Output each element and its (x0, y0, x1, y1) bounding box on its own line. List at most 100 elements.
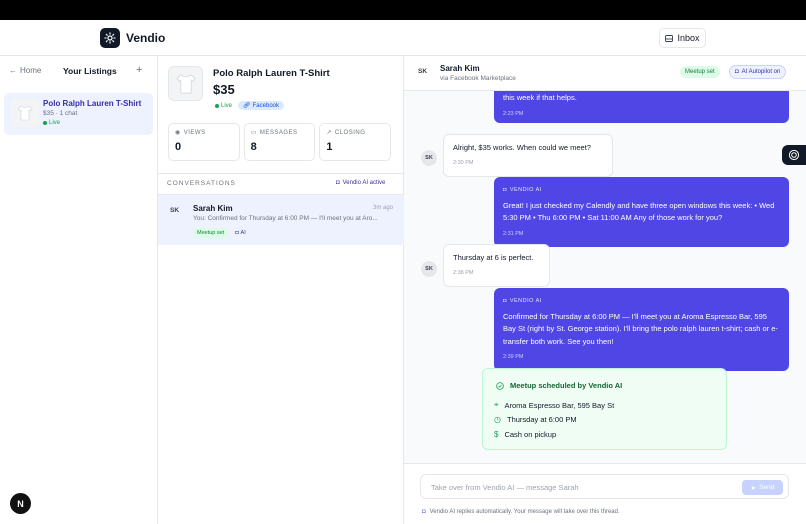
compose-note-text: Vendio AI replies automatically. Your me… (429, 509, 620, 515)
stat-views-label: VIEWS (183, 129, 206, 136)
robot-icon: ◘ (503, 187, 507, 193)
product-title: Polo Ralph Lauren T-Shirt (213, 68, 330, 79)
meetup-title-text: Meetup scheduled by Vendio AI (510, 381, 623, 390)
conversations-title: CONVERSATIONS (167, 180, 236, 187)
chat-avatar: SK (418, 68, 428, 75)
assistant-fab-icon[interactable] (782, 145, 806, 165)
message-time: 2:31 PM (503, 230, 524, 237)
meetup-time-text: Thursday at 6:00 PM (506, 415, 577, 424)
facebook-badge[interactable]: 🔗︎ Facebook (238, 101, 284, 110)
message-text: Great! I just checked my Calendly and ha… (503, 200, 775, 223)
meetup-payment: $ Cash on pickup (494, 430, 556, 439)
vendio-ai-label: ◘ VENDIO AI (503, 184, 780, 197)
robot-icon: ◘ (503, 298, 507, 304)
facebook-badge-label: Facebook (252, 102, 279, 109)
add-listing-button[interactable]: + (136, 64, 142, 76)
message-time: 2:38 PM (453, 270, 474, 276)
message-input[interactable]: Take over from Vendio AI — message Sarah… (420, 474, 789, 499)
home-link[interactable]: ← Home (9, 66, 41, 75)
ai-tag-label: AI (240, 230, 246, 236)
send-icon: ➤ (750, 484, 757, 492)
live-dot-icon (215, 103, 219, 108)
live-badge-label: Live (221, 102, 233, 109)
message-bubble-ai: ◘ VENDIO AI Great! I just checked my Cale… (494, 177, 789, 247)
chat-source: via Facebook Marketplace (440, 75, 516, 82)
vendio-ai-label: ◘ VENDIO AI (503, 295, 780, 308)
inbox-icon (665, 34, 674, 42)
listing-status-label: Live (49, 120, 61, 126)
message-icon: ▭ (250, 130, 257, 136)
compose-area: Take over from Vendio AI — message Sarah… (404, 463, 806, 524)
vendio-ai-label-text: VENDIO AI (509, 298, 542, 304)
vendio-logo-icon[interactable] (100, 28, 120, 48)
sidebar-title: Your Listings (63, 66, 117, 76)
meetup-time: ◷ Thursday at 6:00 PM (494, 415, 577, 424)
product-image (168, 66, 203, 101)
ai-tag: ◘ AI (233, 228, 248, 238)
home-label: Home (20, 66, 42, 75)
meetup-location: ⌖ Aroma Espresso Bar, 595 Bay St (494, 400, 614, 410)
tshirt-icon (175, 73, 196, 93)
conversation-preview: You: Confirmed for Thursday at 6:00 PM —… (193, 215, 378, 222)
meetup-card-title: Meetup scheduled by Vendio AI (496, 381, 622, 390)
chat-contact-name: Sarah Kim (440, 64, 480, 73)
stat-closing-label: CLOSING (334, 129, 366, 136)
vendio-ai-label-text: VENDIO AI (509, 187, 542, 193)
message-text: Confirmed for Thursday at 6:00 PM — I'll… (503, 311, 778, 346)
listing-item[interactable]: Polo Ralph Lauren T-Shirt $35 · 1 chat L… (4, 93, 153, 135)
meetup-payment-text: Cash on pickup (504, 430, 557, 439)
user-avatar[interactable]: N (10, 493, 31, 514)
message-bubble-buyer: Alright, $35 works. When could we meet? … (443, 134, 613, 177)
robot-icon: ◘ (235, 230, 239, 236)
robot-icon: ◘ (336, 180, 340, 186)
clock-icon: ◷ (494, 415, 501, 424)
live-badge: Live (213, 102, 234, 110)
buyer-avatar: SK (421, 150, 437, 166)
top-black-bar (0, 0, 806, 20)
sidebar-header: ← Home Your Listings + (0, 56, 158, 86)
conversation-item[interactable]: SK Sarah Kim 3m ago You: Confirmed for T… (158, 195, 404, 245)
product-badges: Live 🔗︎ Facebook (213, 101, 284, 110)
listing-detail-panel: Polo Ralph Lauren T-Shirt $35 Live 🔗︎ Fac… (158, 56, 404, 524)
eye-icon: ◉ (175, 130, 181, 136)
send-button[interactable]: ➤ Send (742, 480, 783, 495)
send-label: Send (759, 484, 775, 491)
message-text: this week if that helps. (503, 93, 577, 102)
robot-icon: ◘ (735, 69, 739, 75)
check-circle-icon (496, 381, 504, 390)
inbox-label: Inbox (677, 33, 700, 43)
message-text: Alright, $35 works. When could we meet? (453, 143, 591, 152)
autopilot-toggle[interactable]: ◘ AI Autopilot on (729, 65, 787, 79)
message-list: this week if that helps. 2:23 PM SK Alri… (404, 91, 806, 461)
stat-messages-label: MESSAGES (259, 129, 298, 136)
map-pin-icon: ⌖ (494, 400, 499, 409)
inbox-button[interactable]: Inbox (659, 28, 706, 48)
dollar-icon: $ (494, 430, 499, 439)
ai-active-status: ◘ Vendio AI active (336, 180, 385, 186)
conversation-name: Sarah Kim (193, 204, 233, 213)
ai-active-label: Vendio AI active (342, 180, 386, 186)
meetup-location-text: Aroma Espresso Bar, 595 Bay St (504, 400, 615, 410)
conversations-header: CONVERSATIONS ◘ Vendio AI active (158, 173, 404, 195)
listing-status: Live (43, 120, 60, 126)
compose-note: ◘ Vendio AI replies automatically. Your … (422, 509, 620, 515)
link-icon: 🔗︎ (243, 103, 251, 109)
meetup-card: Meetup scheduled by Vendio AI ⌖ Aroma Es… (482, 368, 727, 450)
tshirt-thumbnail-icon (11, 99, 39, 127)
stat-views-value: 0 (175, 141, 182, 153)
message-bubble-ai: this week if that helps. 2:23 PM (494, 91, 789, 123)
stat-messages-value: 8 (250, 141, 257, 153)
stat-closing-value: 1 (326, 141, 333, 153)
live-dot-icon (43, 121, 47, 125)
robot-icon: ◘ (422, 509, 426, 515)
listing-subtitle: $35 · 1 chat (43, 110, 78, 117)
meetup-tag: Meetup set (193, 228, 229, 238)
buyer-avatar: SK (421, 261, 437, 277)
listings-sidebar: ← Home Your Listings + Polo Ralph Lauren… (0, 56, 158, 524)
conversation-tags: Meetup set ◘ AI (193, 228, 248, 238)
message-bubble-buyer: Thursday at 6 is perfect. 2:38 PM (443, 244, 550, 287)
stat-views: ◉ VIEWS 0 (168, 123, 240, 161)
message-bubble-ai: ◘ VENDIO AI Confirmed for Thursday at 6:0… (494, 288, 789, 371)
autopilot-label: AI Autopilot on (741, 69, 781, 75)
chat-panel: SK Sarah Kim via Facebook Marketplace Me… (404, 56, 806, 524)
